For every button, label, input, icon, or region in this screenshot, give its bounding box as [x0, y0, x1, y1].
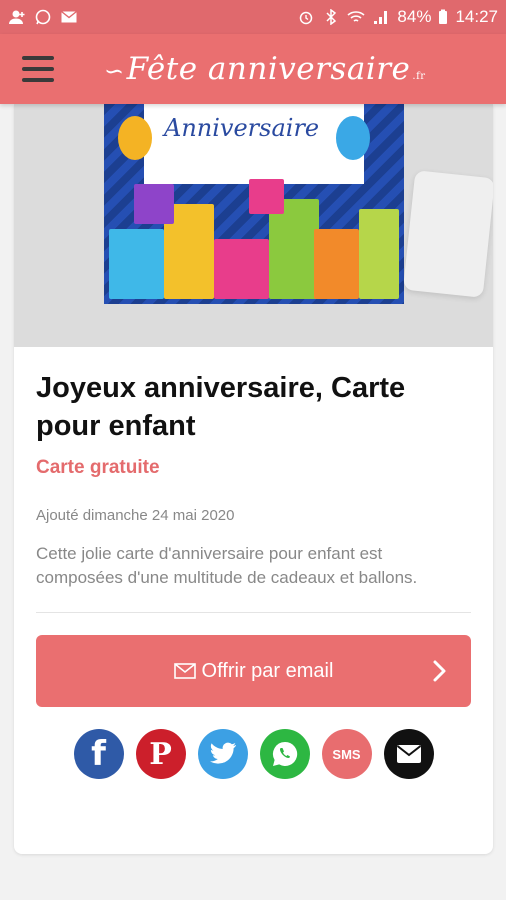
gift-icon: [134, 184, 174, 224]
share-sms-button[interactable]: SMS: [321, 729, 372, 779]
alarm-icon: [300, 11, 313, 25]
status-left: [8, 9, 78, 25]
person-add-icon: [9, 10, 25, 24]
logo-text: Fête anniversaire: [126, 51, 411, 87]
price-tag: Carte gratuite: [36, 457, 160, 478]
menu-line: [22, 78, 54, 82]
clock: 14:27: [455, 7, 498, 26]
battery-percent: 84%: [397, 7, 432, 26]
status-right: 84% 14:27: [297, 7, 498, 27]
balloon-icon: [336, 116, 370, 160]
share-twitter-button[interactable]: [197, 729, 248, 779]
card-illustration-envelope: [402, 170, 493, 298]
card-detail: Anniversaire Joyeux anniversaire, Carte …: [14, 104, 493, 854]
envelope-icon: [173, 663, 196, 679]
twitter-icon: [209, 742, 236, 764]
mail-icon: [61, 10, 77, 23]
gift-icon: [214, 239, 269, 299]
gift-icon: [314, 229, 359, 299]
app-bar: ∽ Fête anniversaire .fr: [0, 34, 506, 104]
whatsapp-icon: [35, 9, 51, 25]
balloon-icon: [118, 116, 152, 160]
share-whatsapp-button[interactable]: [259, 729, 310, 779]
share-pinterest-button[interactable]: P: [135, 729, 186, 779]
gift-icon: [109, 229, 164, 299]
share-email-button[interactable]: [383, 729, 434, 779]
facebook-icon: f: [91, 734, 106, 774]
signal-icon: [374, 11, 388, 24]
mail-icon: [396, 745, 421, 763]
chevron-right-icon: [433, 660, 446, 682]
card-content: Joyeux anniversaire, Carte pour enfant C…: [14, 347, 493, 779]
sms-icon: SMS: [332, 746, 361, 762]
publish-date: Ajouté dimanche 24 mai 2020: [36, 507, 235, 524]
gift-icon: [359, 209, 399, 299]
logo-tld: .fr: [412, 71, 426, 82]
pinterest-icon: P: [149, 736, 172, 772]
card-image[interactable]: Anniversaire: [14, 104, 493, 347]
site-logo[interactable]: ∽ Fête anniversaire .fr: [104, 51, 426, 87]
wifi-icon: [347, 11, 365, 22]
share-facebook-button[interactable]: f: [73, 729, 124, 779]
whatsapp-icon: [272, 741, 297, 766]
menu-button[interactable]: [22, 56, 54, 82]
share-bar: f P SMS: [36, 729, 471, 779]
bluetooth-icon: [326, 9, 337, 25]
battery-icon: [439, 9, 448, 24]
gift-icon: [249, 179, 284, 214]
gift-icon: [269, 199, 319, 299]
send-by-email-label: Offrir par email: [201, 659, 334, 682]
page-title: Joyeux anniversaire, Carte pour enfant: [36, 372, 406, 442]
send-by-email-button[interactable]: Offrir par email: [36, 635, 471, 707]
card-illustration-text: Anniversaire: [164, 114, 320, 142]
logo-swirl-icon: ∽: [104, 57, 125, 85]
status-bar: 84% 14:27: [0, 0, 506, 34]
menu-line: [22, 56, 54, 60]
card-description: Cette jolie carte d'anniversaire pour en…: [36, 544, 418, 587]
menu-line: [22, 67, 54, 71]
divider: [36, 612, 471, 613]
